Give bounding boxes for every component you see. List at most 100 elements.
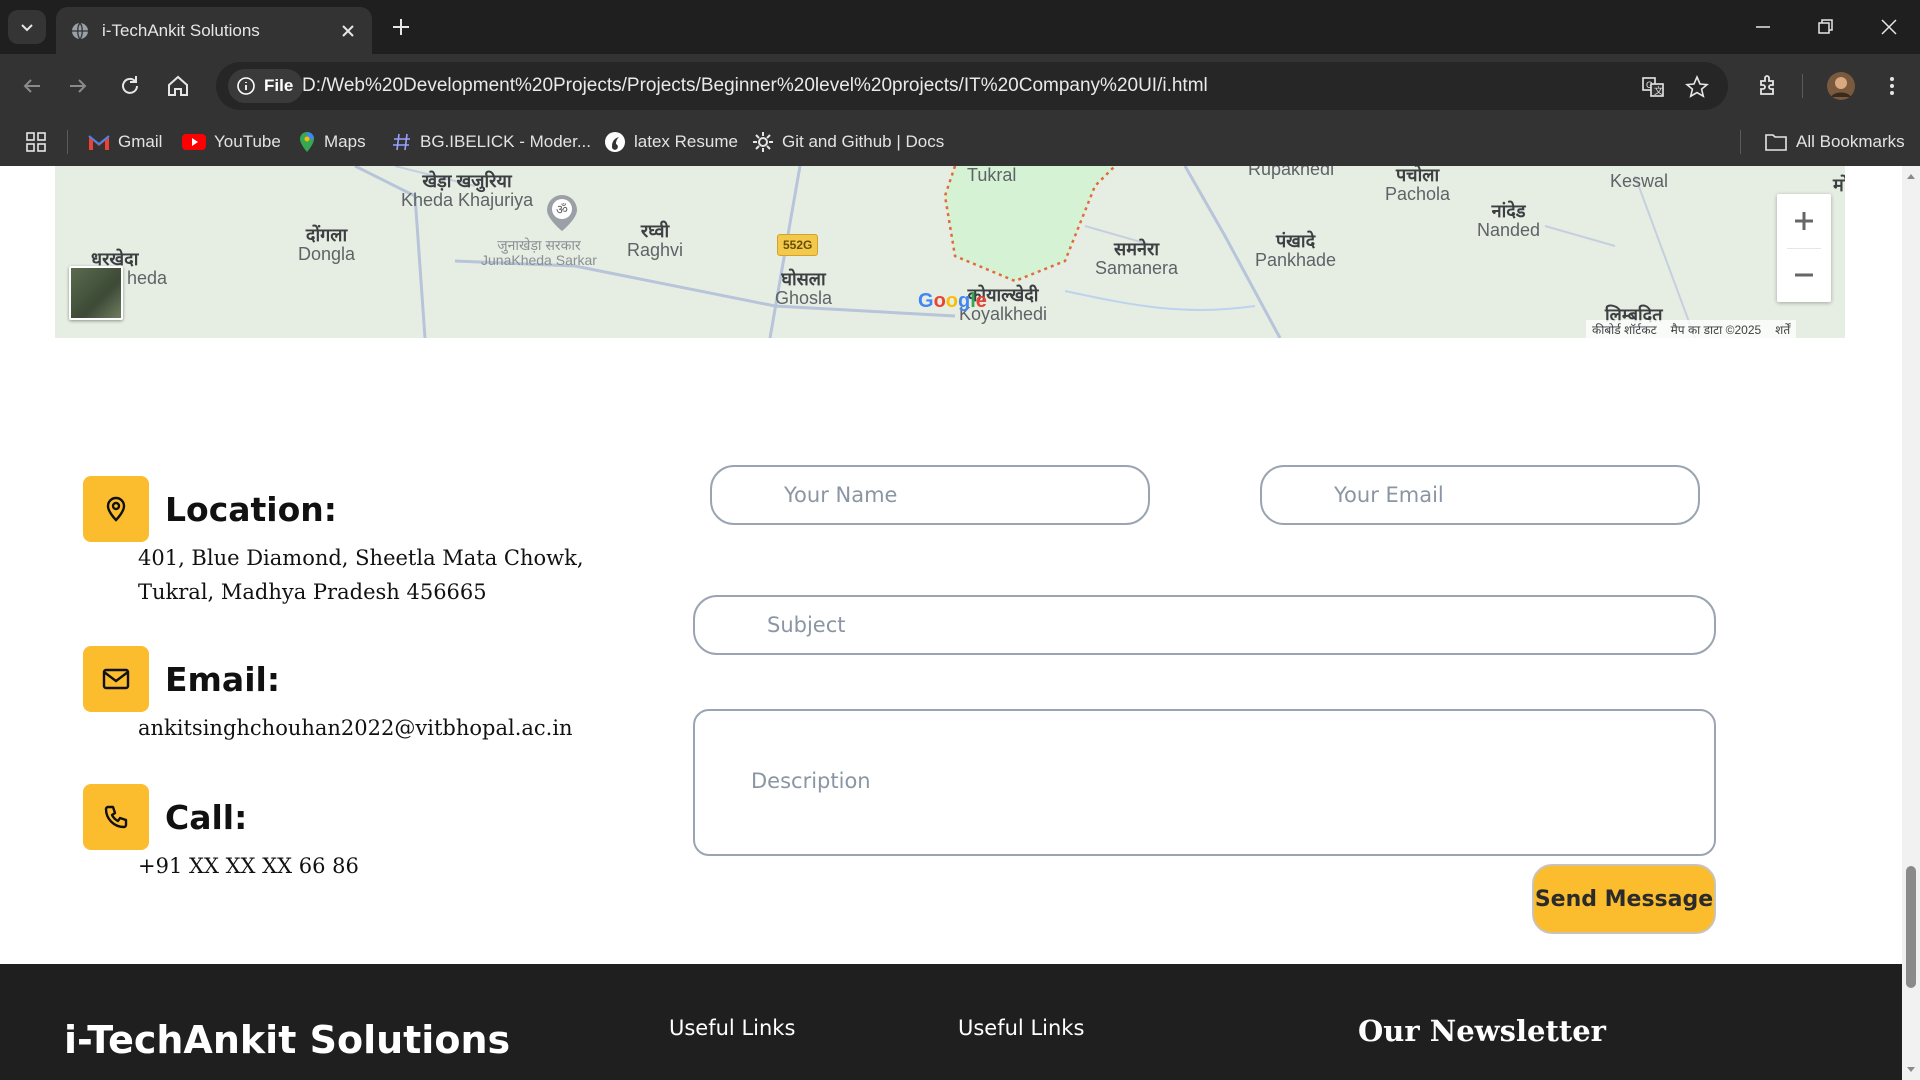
google-logo: Google <box>918 290 987 312</box>
extensions-puzzle-icon[interactable] <box>1754 72 1782 100</box>
svg-text:ॐ: ॐ <box>556 203 568 218</box>
restore-icon[interactable] <box>1812 14 1838 40</box>
map-place-label: Rupakhedi <box>1248 166 1335 179</box>
bookmark-git-github[interactable]: Git and Github | Docs <box>752 130 944 154</box>
site-footer: i-TechAnkit Solutions Useful Links Usefu… <box>0 964 1902 1080</box>
map-place-label: समनेरा Samanera <box>1095 239 1179 278</box>
scroll-down-arrow-icon[interactable] <box>1905 1064 1917 1076</box>
minus-icon <box>1795 273 1813 277</box>
star-bookmark-icon[interactable] <box>1684 74 1710 100</box>
url-text[interactable]: D:/Web%20Development%20Projects/Projects… <box>302 75 1208 97</box>
reload-icon[interactable] <box>116 72 144 100</box>
address-bar[interactable]: File D:/Web%20Development%20Projects/Pro… <box>216 62 1728 110</box>
description-textarea[interactable] <box>693 709 1716 856</box>
more-menu-icon[interactable] <box>1878 72 1906 100</box>
apps-grid-icon[interactable] <box>24 130 48 154</box>
scroll-up-arrow-icon[interactable] <box>1905 170 1917 182</box>
bookmark-bg-ibelick[interactable]: BG.IBELICK - Moder... <box>392 130 591 154</box>
send-message-button[interactable]: Send Message <box>1532 864 1716 934</box>
map-place-label: जुनाखेड़ा सरकार JunaKheda Sarkar <box>481 237 597 268</box>
map-place-label: पंखादे Pankhade <box>1255 231 1337 270</box>
bookmarks-separator <box>1740 130 1741 154</box>
embedded-map[interactable]: खेड़ा खजुरिया Kheda Khajuriya दोंगला Dongl… <box>55 166 1845 338</box>
tab-search-button[interactable] <box>8 10 46 44</box>
bookmark-maps[interactable]: Maps <box>298 130 366 154</box>
map-place-label: दोंगला Dongla <box>298 225 356 264</box>
call-icon-box <box>83 784 149 850</box>
location-address: 401, Blue Diamond, Sheetla Mata Chowk, T… <box>138 546 584 604</box>
map-place-label: खेड़ा खजुरिया Kheda Khajuriya <box>401 171 534 210</box>
maps-pin-icon <box>300 132 314 152</box>
hash-icon <box>393 133 410 151</box>
map-place-label: पचोला Pachola <box>1385 166 1451 204</box>
keyboard-shortcuts-link[interactable]: कीबोर्ड शॉर्टकट <box>1592 321 1657 338</box>
active-tab[interactable]: i-TechAnkit Solutions <box>56 7 372 54</box>
email-title: Email: <box>165 660 281 699</box>
map-footer: कीबोर्ड शॉर्टकट मैप का डाटा ©2025 शर्तें <box>1586 320 1797 338</box>
page-scrollbar[interactable] <box>1902 166 1920 1080</box>
gmail-icon <box>88 135 110 150</box>
map-place-label: Keswal <box>1610 171 1669 191</box>
bookmark-youtube[interactable]: YouTube <box>182 130 281 154</box>
minimize-icon[interactable] <box>1750 14 1776 40</box>
footer-useful-links-heading: Useful Links <box>669 1016 796 1040</box>
map-zoom-controls <box>1777 194 1831 302</box>
call-title: Call: <box>165 798 248 837</box>
phone-number: +91 XX XX XX 66 86 <box>138 854 359 878</box>
footer-brand: i-TechAnkit Solutions <box>64 1018 511 1062</box>
map-place-label: घोसला Ghosla <box>775 269 833 308</box>
svg-text:文: 文 <box>1654 85 1663 96</box>
translate-icon[interactable]: G文 <box>1640 74 1666 100</box>
subject-input[interactable] <box>693 595 1716 655</box>
all-bookmarks-button[interactable]: All Bookmarks <box>1764 130 1905 154</box>
bookmark-gmail[interactable]: Gmail <box>88 130 162 154</box>
map-place-label: रघ्वी Raghvi <box>627 221 684 260</box>
profile-avatar[interactable] <box>1826 71 1856 101</box>
plus-icon <box>1795 212 1813 230</box>
map-place-label: नांदेड Nanded <box>1477 201 1541 240</box>
email-input[interactable] <box>1260 465 1700 525</box>
location-pin-icon <box>106 496 126 522</box>
site-info-chip[interactable]: File <box>228 69 304 103</box>
bookmarks-bar: Gmail YouTube Maps BG.IBELICK - Moder...… <box>0 118 1920 166</box>
new-tab-plus-icon[interactable] <box>388 14 414 40</box>
bookmarks-separator <box>67 130 68 154</box>
toolbar-separator <box>1802 74 1803 98</box>
overleaf-icon <box>605 132 625 152</box>
back-arrow-icon[interactable] <box>18 72 46 100</box>
location-icon-box <box>83 476 149 542</box>
email-address: ankitsinghchouhan2022@vitbhopal.ac.in <box>138 716 573 740</box>
info-icon <box>237 77 255 95</box>
home-icon[interactable] <box>164 72 192 100</box>
map-layer-toggle[interactable] <box>69 266 123 320</box>
browser-toolbar: File D:/Web%20Development%20Projects/Pro… <box>0 54 1920 118</box>
mail-icon <box>102 668 130 690</box>
globe-icon <box>72 22 88 39</box>
scrollbar-thumb[interactable] <box>1906 866 1916 988</box>
temple-pin-icon[interactable]: ॐ <box>545 194 579 232</box>
zoom-in-button[interactable] <box>1777 194 1831 248</box>
browser-tab-bar: i-TechAnkit Solutions <box>0 0 1920 54</box>
map-place-label: Tukral <box>967 166 1017 185</box>
youtube-icon <box>182 134 206 150</box>
site-chip-label: File <box>264 76 294 95</box>
email-icon-box <box>83 646 149 712</box>
terms-link[interactable]: शर्तें <box>1775 321 1790 338</box>
forward-arrow-icon[interactable] <box>64 72 92 100</box>
map-place-label: मो <box>1833 175 1845 195</box>
footer-newsletter-heading: Our Newsletter <box>1358 1014 1606 1048</box>
chevron-down-icon <box>21 24 33 32</box>
road-shield: 552G <box>777 234 819 256</box>
gear-icon <box>753 132 773 152</box>
bookmark-latex-resume[interactable]: latex Resume <box>604 130 738 154</box>
tab-title: i-TechAnkit Solutions <box>102 20 260 40</box>
page-viewport: खेड़ा खजुरिया Kheda Khajuriya दोंगला Dongl… <box>0 166 1902 1080</box>
folder-icon <box>1765 134 1787 151</box>
zoom-out-button[interactable] <box>1777 248 1831 302</box>
name-input[interactable] <box>710 465 1150 525</box>
close-icon[interactable] <box>338 21 358 41</box>
phone-icon <box>104 805 128 829</box>
window-close-icon[interactable] <box>1876 14 1902 40</box>
location-title: Location: <box>165 490 337 529</box>
map-data-credit: मैप का डाटा ©2025 <box>1670 322 1762 337</box>
